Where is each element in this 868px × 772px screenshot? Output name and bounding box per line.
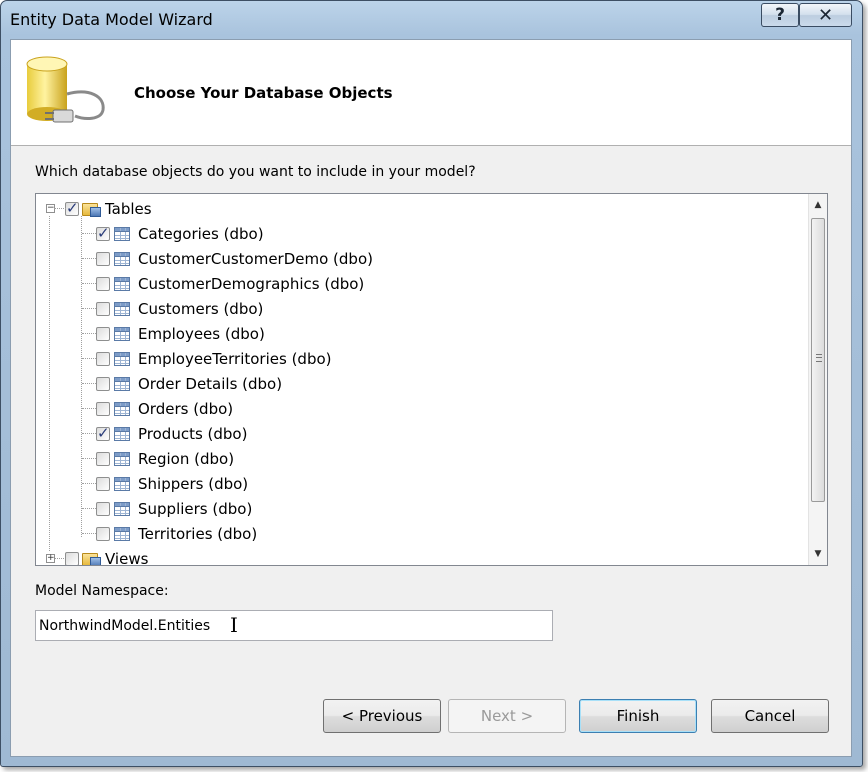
table-label: Suppliers (dbo) bbox=[138, 499, 253, 518]
table-node[interactable]: Orders (dbo) bbox=[96, 396, 233, 421]
table-label: Categories (dbo) bbox=[138, 224, 264, 243]
namespace-input[interactable] bbox=[35, 610, 553, 641]
tree-scrollbar[interactable]: ▲ ▼ bbox=[808, 194, 827, 565]
table-node[interactable]: Employees (dbo) bbox=[96, 321, 265, 346]
grip-icon bbox=[816, 354, 822, 362]
table-icon bbox=[114, 301, 130, 316]
tree-connector bbox=[49, 216, 50, 551]
table-node[interactable]: Shippers (dbo) bbox=[96, 471, 248, 496]
tree-connector bbox=[81, 216, 82, 537]
help-button[interactable]: ? bbox=[761, 3, 799, 27]
finish-button[interactable]: Finish bbox=[579, 699, 697, 733]
table-node[interactable]: Categories (dbo) bbox=[96, 221, 264, 246]
tree-connector bbox=[82, 408, 96, 409]
table-icon bbox=[114, 476, 130, 491]
client-area: Choose Your Database Objects Which datab… bbox=[10, 39, 852, 757]
table-checkbox[interactable] bbox=[96, 224, 110, 242]
table-icon bbox=[114, 326, 130, 341]
scroll-down-icon[interactable]: ▼ bbox=[809, 545, 827, 563]
namespace-label: Model Namespace: bbox=[35, 583, 169, 599]
table-label: Employees (dbo) bbox=[138, 324, 265, 343]
tree-connector bbox=[82, 333, 96, 334]
table-icon bbox=[114, 351, 130, 366]
table-node[interactable]: Order Details (dbo) bbox=[96, 371, 282, 396]
database-objects-tree[interactable]: − Tables Categories (dbo)CustomerCustome… bbox=[35, 193, 828, 566]
table-label: CustomerCustomerDemo (dbo) bbox=[138, 249, 373, 268]
views-checkbox[interactable] bbox=[65, 551, 79, 565]
table-label: Order Details (dbo) bbox=[138, 374, 283, 393]
previous-button[interactable]: < Previous bbox=[323, 699, 441, 733]
table-node[interactable]: Customers (dbo) bbox=[96, 296, 263, 321]
tree-connector bbox=[82, 483, 96, 484]
table-label: Territories (dbo) bbox=[138, 524, 258, 543]
table-icon bbox=[114, 451, 130, 466]
page-title: Choose Your Database Objects bbox=[134, 84, 393, 102]
text-cursor-icon: I bbox=[230, 613, 238, 637]
table-icon bbox=[114, 376, 130, 391]
next-button[interactable]: Next > bbox=[448, 699, 566, 733]
table-label: EmployeeTerritories (dbo) bbox=[138, 349, 332, 368]
wizard-header: Choose Your Database Objects bbox=[11, 40, 851, 146]
table-node[interactable]: Suppliers (dbo) bbox=[96, 496, 252, 521]
table-label: Customers (dbo) bbox=[138, 299, 264, 318]
table-node[interactable]: Products (dbo) bbox=[96, 421, 247, 446]
tree-connector bbox=[54, 208, 66, 209]
table-checkbox[interactable] bbox=[96, 301, 110, 316]
table-checkbox[interactable] bbox=[96, 251, 110, 266]
expand-icon[interactable]: + bbox=[46, 554, 55, 563]
close-button[interactable]: ✕ bbox=[799, 3, 852, 27]
question-label: Which database objects do you want to in… bbox=[35, 164, 476, 180]
scroll-thumb[interactable] bbox=[811, 218, 825, 502]
cancel-button[interactable]: Cancel bbox=[711, 699, 829, 733]
table-node[interactable]: Territories (dbo) bbox=[96, 521, 257, 546]
tree-connector bbox=[82, 308, 96, 309]
tree-connector bbox=[82, 433, 96, 434]
database-plug-icon bbox=[26, 56, 105, 123]
tables-folder-icon bbox=[82, 201, 102, 217]
table-checkbox[interactable] bbox=[96, 351, 110, 366]
table-icon bbox=[114, 426, 130, 441]
table-node[interactable]: CustomerCustomerDemo (dbo) bbox=[96, 246, 373, 271]
tree-connector bbox=[82, 458, 96, 459]
tree-connector bbox=[82, 508, 96, 509]
tree-connector bbox=[82, 533, 96, 534]
table-icon bbox=[114, 226, 130, 241]
table-checkbox[interactable] bbox=[96, 424, 110, 442]
table-icon bbox=[114, 501, 130, 516]
table-icon bbox=[114, 251, 130, 266]
table-checkbox[interactable] bbox=[96, 326, 110, 341]
table-checkbox[interactable] bbox=[96, 401, 110, 416]
table-label: CustomerDemographics (dbo) bbox=[138, 274, 365, 293]
table-label: Region (dbo) bbox=[138, 449, 235, 468]
table-checkbox[interactable] bbox=[96, 526, 110, 541]
table-node[interactable]: CustomerDemographics (dbo) bbox=[96, 271, 364, 296]
table-checkbox[interactable] bbox=[96, 501, 110, 516]
table-checkbox[interactable] bbox=[96, 376, 110, 391]
table-checkbox[interactable] bbox=[96, 451, 110, 466]
table-icon bbox=[114, 526, 130, 541]
tree-connector bbox=[82, 358, 96, 359]
table-icon bbox=[114, 276, 130, 291]
views-folder-icon bbox=[82, 551, 102, 565]
views-label: Views bbox=[105, 549, 149, 566]
tree-connector bbox=[82, 258, 96, 259]
tree-connector bbox=[82, 383, 96, 384]
window-title: Entity Data Model Wizard bbox=[10, 10, 213, 29]
scroll-up-icon[interactable]: ▲ bbox=[809, 196, 827, 214]
table-label: Orders (dbo) bbox=[138, 399, 234, 418]
table-node[interactable]: EmployeeTerritories (dbo) bbox=[96, 346, 332, 371]
tree-node-views[interactable]: + Views bbox=[44, 546, 149, 566]
tree-connector bbox=[82, 283, 96, 284]
table-label: Shippers (dbo) bbox=[138, 474, 249, 493]
table-icon bbox=[114, 401, 130, 416]
tree-connector bbox=[82, 233, 96, 234]
table-node[interactable]: Region (dbo) bbox=[96, 446, 234, 471]
table-checkbox[interactable] bbox=[96, 276, 110, 291]
table-label: Products (dbo) bbox=[138, 424, 248, 443]
table-checkbox[interactable] bbox=[96, 476, 110, 491]
title-bar: Entity Data Model Wizard ? ✕ bbox=[1, 1, 862, 39]
wizard-window: Entity Data Model Wizard ? ✕ Choose Your… bbox=[0, 0, 863, 767]
tables-label: Tables bbox=[105, 199, 152, 218]
tables-checkbox[interactable] bbox=[65, 199, 79, 217]
